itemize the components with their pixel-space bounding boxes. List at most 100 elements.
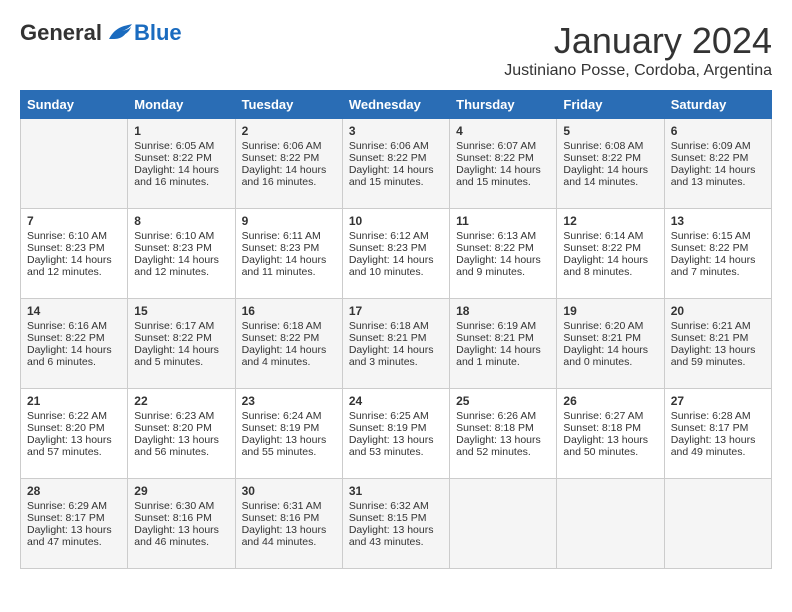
day-info: Daylight: 13 hours	[27, 524, 121, 536]
day-number: 10	[349, 214, 443, 228]
day-info: and 52 minutes.	[456, 446, 550, 458]
day-info: Daylight: 13 hours	[242, 524, 336, 536]
day-info: Sunset: 8:21 PM	[349, 332, 443, 344]
day-info: Sunset: 8:22 PM	[242, 152, 336, 164]
day-info: Daylight: 14 hours	[242, 164, 336, 176]
day-info: and 15 minutes.	[456, 176, 550, 188]
day-info: and 43 minutes.	[349, 536, 443, 548]
day-info: Sunset: 8:22 PM	[242, 332, 336, 344]
day-info: and 12 minutes.	[27, 266, 121, 278]
day-info: Sunrise: 6:32 AM	[349, 500, 443, 512]
calendar-week-row: 21Sunrise: 6:22 AMSunset: 8:20 PMDayligh…	[21, 389, 772, 479]
day-info: and 49 minutes.	[671, 446, 765, 458]
day-info: Daylight: 14 hours	[563, 254, 657, 266]
calendar-cell: 24Sunrise: 6:25 AMSunset: 8:19 PMDayligh…	[342, 389, 449, 479]
day-info: Sunrise: 6:10 AM	[134, 230, 228, 242]
day-number: 29	[134, 484, 228, 498]
day-number: 4	[456, 124, 550, 138]
day-info: Sunset: 8:22 PM	[134, 152, 228, 164]
day-info: Sunrise: 6:25 AM	[349, 410, 443, 422]
day-info: Sunset: 8:19 PM	[349, 422, 443, 434]
day-info: Sunrise: 6:10 AM	[27, 230, 121, 242]
day-info: Sunrise: 6:06 AM	[349, 140, 443, 152]
day-info: Sunrise: 6:30 AM	[134, 500, 228, 512]
day-info: Sunrise: 6:22 AM	[27, 410, 121, 422]
day-info: Sunset: 8:21 PM	[563, 332, 657, 344]
day-info: Sunrise: 6:13 AM	[456, 230, 550, 242]
day-number: 2	[242, 124, 336, 138]
logo: General Blue	[20, 20, 182, 46]
day-info: Sunset: 8:23 PM	[27, 242, 121, 254]
calendar-cell	[450, 479, 557, 569]
calendar-cell: 10Sunrise: 6:12 AMSunset: 8:23 PMDayligh…	[342, 209, 449, 299]
day-number: 17	[349, 304, 443, 318]
logo-general: General	[20, 20, 102, 46]
day-number: 20	[671, 304, 765, 318]
calendar-cell: 26Sunrise: 6:27 AMSunset: 8:18 PMDayligh…	[557, 389, 664, 479]
day-info: Sunset: 8:16 PM	[134, 512, 228, 524]
day-info: Sunrise: 6:27 AM	[563, 410, 657, 422]
header-monday: Monday	[128, 91, 235, 119]
day-info: Sunset: 8:23 PM	[349, 242, 443, 254]
calendar-cell	[557, 479, 664, 569]
day-number: 3	[349, 124, 443, 138]
day-number: 31	[349, 484, 443, 498]
day-info: Sunset: 8:22 PM	[563, 152, 657, 164]
day-number: 25	[456, 394, 550, 408]
day-number: 26	[563, 394, 657, 408]
title-block: January 2024 Justiniano Posse, Cordoba, …	[504, 20, 772, 80]
day-info: and 14 minutes.	[563, 176, 657, 188]
calendar-cell: 2 Sunrise: 6:06 AMSunset: 8:22 PMDaylight…	[235, 119, 342, 209]
day-number: 22	[134, 394, 228, 408]
day-info: Sunset: 8:22 PM	[134, 332, 228, 344]
day-info: Daylight: 13 hours	[671, 344, 765, 356]
day-info: Sunset: 8:22 PM	[671, 242, 765, 254]
day-info: Sunrise: 6:19 AM	[456, 320, 550, 332]
day-info: Daylight: 13 hours	[349, 524, 443, 536]
day-info: Sunrise: 6:17 AM	[134, 320, 228, 332]
day-info: Sunrise: 6:07 AM	[456, 140, 550, 152]
calendar-cell: 18Sunrise: 6:19 AMSunset: 8:21 PMDayligh…	[450, 299, 557, 389]
day-info: Daylight: 13 hours	[563, 434, 657, 446]
day-info: Sunrise: 6:15 AM	[671, 230, 765, 242]
day-info: Daylight: 13 hours	[456, 434, 550, 446]
day-info: Sunset: 8:22 PM	[456, 152, 550, 164]
day-info: Sunrise: 6:06 AM	[242, 140, 336, 152]
calendar-cell: 20Sunrise: 6:21 AMSunset: 8:21 PMDayligh…	[664, 299, 771, 389]
day-info: Daylight: 14 hours	[27, 344, 121, 356]
day-info: Sunset: 8:22 PM	[671, 152, 765, 164]
day-info: Sunset: 8:22 PM	[27, 332, 121, 344]
day-info: Sunrise: 6:29 AM	[27, 500, 121, 512]
header-friday: Friday	[557, 91, 664, 119]
calendar-cell: 6Sunrise: 6:09 AMSunset: 8:22 PMDaylight…	[664, 119, 771, 209]
day-info: Sunset: 8:23 PM	[134, 242, 228, 254]
calendar-cell: 15Sunrise: 6:17 AMSunset: 8:22 PMDayligh…	[128, 299, 235, 389]
day-info: and 9 minutes.	[456, 266, 550, 278]
header-tuesday: Tuesday	[235, 91, 342, 119]
day-info: and 7 minutes.	[671, 266, 765, 278]
day-number: 7	[27, 214, 121, 228]
day-info: Sunrise: 6:26 AM	[456, 410, 550, 422]
day-info: and 0 minutes.	[563, 356, 657, 368]
calendar-cell: 27Sunrise: 6:28 AMSunset: 8:17 PMDayligh…	[664, 389, 771, 479]
calendar-cell: 29Sunrise: 6:30 AMSunset: 8:16 PMDayligh…	[128, 479, 235, 569]
day-info: Sunset: 8:17 PM	[671, 422, 765, 434]
day-info: and 53 minutes.	[349, 446, 443, 458]
day-info: and 57 minutes.	[27, 446, 121, 458]
day-info: and 1 minute.	[456, 356, 550, 368]
day-info: and 8 minutes.	[563, 266, 657, 278]
day-info: Daylight: 13 hours	[27, 434, 121, 446]
header-saturday: Saturday	[664, 91, 771, 119]
day-info: and 16 minutes.	[134, 176, 228, 188]
day-info: and 15 minutes.	[349, 176, 443, 188]
day-number: 16	[242, 304, 336, 318]
day-info: Sunrise: 6:31 AM	[242, 500, 336, 512]
calendar-table: SundayMondayTuesdayWednesdayThursdayFrid…	[20, 90, 772, 569]
calendar-cell: 21Sunrise: 6:22 AMSunset: 8:20 PMDayligh…	[21, 389, 128, 479]
day-info: Sunset: 8:19 PM	[242, 422, 336, 434]
day-info: Daylight: 14 hours	[134, 344, 228, 356]
calendar-cell: 19Sunrise: 6:20 AMSunset: 8:21 PMDayligh…	[557, 299, 664, 389]
day-info: Sunset: 8:16 PM	[242, 512, 336, 524]
day-info: and 13 minutes.	[671, 176, 765, 188]
day-info: Daylight: 14 hours	[134, 254, 228, 266]
